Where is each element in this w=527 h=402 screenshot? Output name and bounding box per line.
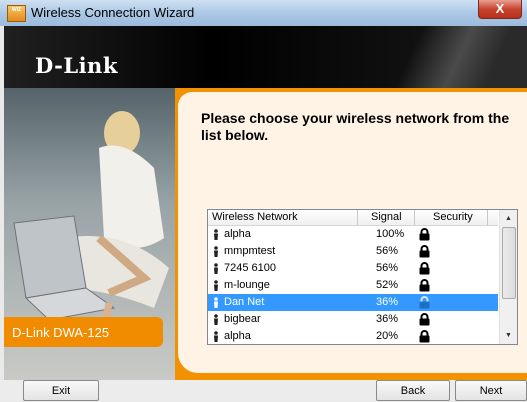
lock-icon	[419, 228, 430, 241]
title-bar: WIZ Wireless Connection Wizard X	[0, 0, 527, 26]
dlink-logo: D-Link	[35, 53, 118, 78]
person-icon	[214, 246, 218, 257]
back-button[interactable]: Back	[376, 380, 450, 401]
network-name: m-lounge	[224, 279, 270, 291]
network-row[interactable]: 7245 6100 56%	[208, 260, 498, 277]
network-row[interactable]: bigbear 36%	[208, 311, 498, 328]
signal-strength: 100%	[376, 228, 405, 240]
close-icon: X	[495, 1, 505, 16]
header-shade	[364, 26, 527, 88]
network-row[interactable]: alpha 20%	[208, 328, 498, 344]
person-icon	[214, 280, 218, 291]
lock-icon	[419, 296, 430, 309]
signal-strength: 36%	[376, 296, 399, 308]
network-name: mmpmtest	[224, 245, 276, 257]
signal-strength: 52%	[376, 279, 399, 291]
network-name: Dan Net	[224, 296, 265, 308]
network-name: alpha	[224, 330, 251, 342]
network-row[interactable]: mmpmtest 56%	[208, 243, 498, 260]
lock-icon	[419, 262, 430, 275]
product-name: D-Link DWA-125	[12, 325, 110, 340]
lock-icon	[419, 245, 430, 258]
page-heading: Please choose your wireless network from…	[201, 110, 510, 143]
column-divider[interactable]	[357, 210, 358, 225]
network-row[interactable]: Dan Net 36%	[208, 294, 498, 311]
column-header-security[interactable]: Security	[433, 211, 473, 225]
scroll-down-icon[interactable]: ▼	[500, 327, 517, 344]
network-name: alpha	[224, 228, 251, 240]
lock-icon	[419, 279, 430, 292]
column-header-signal[interactable]: Signal	[371, 211, 402, 225]
list-scrollbar[interactable]: ▲ ▼	[499, 210, 517, 344]
brand-header: D-Link	[4, 26, 527, 88]
network-name: bigbear	[224, 313, 261, 325]
person-icon	[214, 229, 218, 240]
person-icon	[214, 263, 218, 274]
next-button[interactable]: Next	[455, 380, 527, 401]
column-header-network[interactable]: Wireless Network	[212, 211, 298, 225]
window-title: Wireless Connection Wizard	[31, 5, 195, 20]
exit-button[interactable]: Exit	[23, 380, 99, 401]
column-divider[interactable]	[414, 210, 415, 225]
person-icon	[214, 297, 218, 308]
network-row[interactable]: alpha 100%	[208, 226, 498, 243]
column-divider[interactable]	[487, 210, 488, 225]
network-row[interactable]: m-lounge 52%	[208, 277, 498, 294]
list-header: Wireless Network Signal Security	[208, 210, 498, 226]
signal-strength: 36%	[376, 313, 399, 325]
scroll-up-icon[interactable]: ▲	[500, 210, 517, 227]
close-button[interactable]: X	[478, 0, 522, 19]
app-icon-label: WIZ	[11, 7, 22, 13]
lock-icon	[419, 330, 430, 343]
product-label: D-Link DWA-125	[4, 317, 163, 347]
scroll-thumb[interactable]	[502, 227, 516, 299]
signal-strength: 20%	[376, 330, 399, 342]
network-list[interactable]: Wireless Network Signal Security alpha 10…	[207, 209, 518, 345]
logo-text: D-Link	[35, 53, 118, 78]
network-rows: alpha 100% mmpmtest 56% 7245 6100 56% m-lounge…	[208, 226, 498, 344]
person-icon	[214, 314, 218, 325]
network-name: 7245 6100	[224, 262, 276, 274]
signal-strength: 56%	[376, 262, 399, 274]
signal-strength: 56%	[376, 245, 399, 257]
app-icon: WIZ	[7, 5, 26, 22]
lock-icon	[419, 313, 430, 326]
person-icon	[214, 331, 218, 342]
